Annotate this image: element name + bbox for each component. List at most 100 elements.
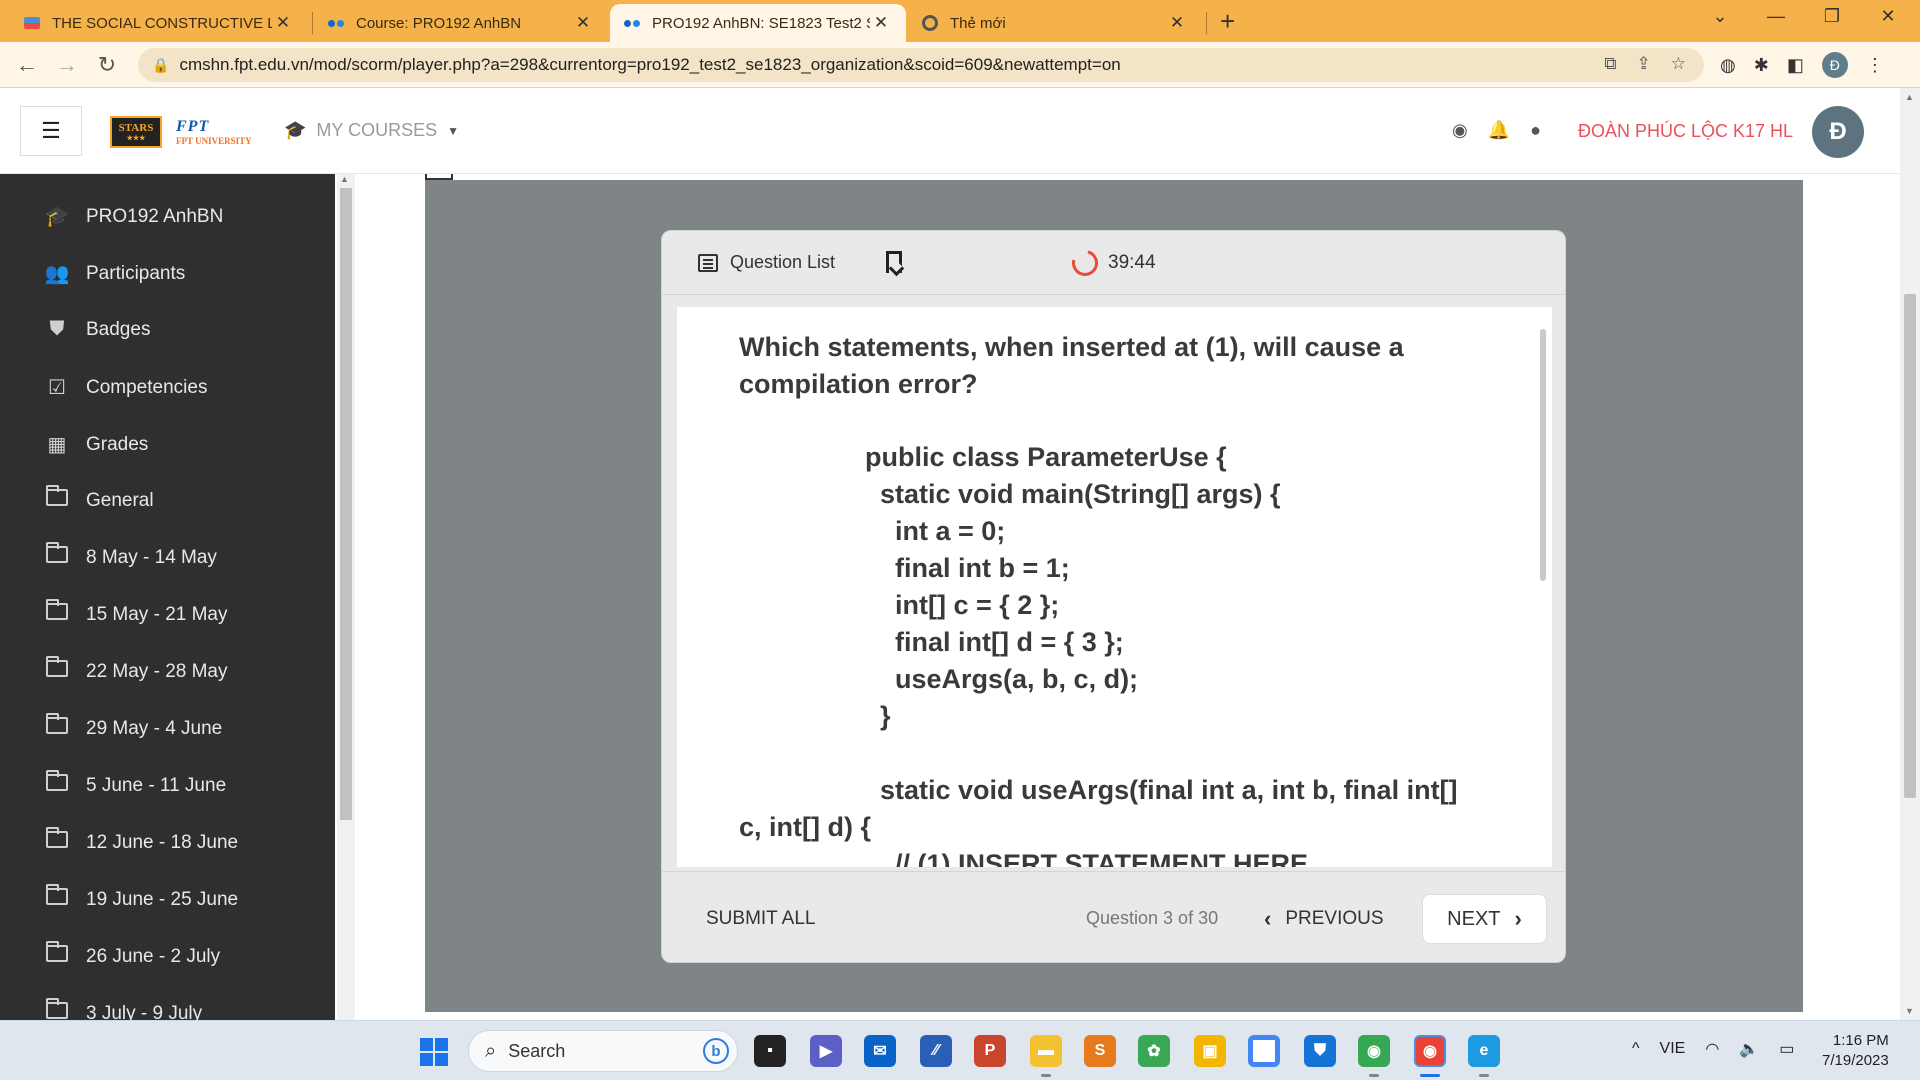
chrome-active-icon[interactable]: ◉ [1414, 1035, 1446, 1067]
question-counter: Question 3 of 30 [1086, 908, 1219, 928]
taskbar-search[interactable]: ⌕ Search b [468, 1030, 738, 1072]
app-icon[interactable]: ▣ [1194, 1035, 1226, 1067]
browser-tab-new[interactable]: Thẻ mới ✕ [908, 4, 1202, 42]
sidebar-item-grades[interactable]: ▦ Grades [44, 432, 149, 457]
hamburger-menu-button[interactable]: ☰ [20, 106, 82, 156]
close-window-button[interactable]: ✕ [1868, 6, 1908, 27]
scroll-up-icon[interactable]: ▲ [1905, 92, 1914, 102]
mail-icon[interactable]: ✉ [864, 1035, 896, 1067]
sidebar-item-course[interactable]: 🎓 PRO192 AnhBN [44, 204, 224, 229]
profile-icon[interactable]: Đ [1821, 52, 1848, 78]
scroll-down-icon[interactable]: ▼ [1905, 1006, 1914, 1016]
battery-icon[interactable]: ▭ [1779, 1039, 1794, 1059]
restore-button[interactable]: ❐ [1812, 6, 1852, 27]
volume-icon[interactable]: 🔈 [1739, 1039, 1759, 1059]
my-courses-menu[interactable]: 🎓 MY COURSES ▼ [284, 120, 459, 141]
code-line: static void useArgs(final int a, int b, … [865, 775, 1458, 805]
puzzle-icon[interactable]: ✱ [1754, 55, 1769, 76]
new-tab-button[interactable]: + [1220, 6, 1235, 37]
translate-icon[interactable]: ⧉ [1604, 54, 1616, 74]
shield-icon: ⛊ [49, 318, 65, 340]
back-arrow-icon[interactable]: ← [12, 52, 42, 78]
previous-button[interactable]: ‹ PREVIOUS [1264, 906, 1384, 932]
question-text: Which statements, when inserted at (1), … [739, 332, 1404, 399]
bookmark-icon[interactable] [886, 251, 902, 273]
reload-icon[interactable]: ↻ [92, 52, 122, 78]
sidebar-item-week[interactable]: 15 May - 21 May [44, 599, 228, 626]
share-icon[interactable]: ⇪ [1637, 54, 1651, 74]
question-list-button[interactable]: Question List [698, 252, 835, 273]
tab-favicon-icon [624, 15, 642, 31]
avatar[interactable]: Đ [1812, 106, 1864, 158]
forward-arrow-icon[interactable]: → [52, 52, 82, 78]
language-indicator[interactable]: VIE [1660, 1040, 1686, 1058]
chevron-up-icon[interactable]: ^ [1632, 1040, 1640, 1058]
browser-tab-test[interactable]: PRO192 AnhBN: SE1823 Test2 Su ✕ [610, 4, 906, 42]
powerpoint-icon[interactable]: P [974, 1035, 1006, 1067]
bell-icon[interactable]: 🔔 [1488, 120, 1510, 141]
side-panel-icon[interactable]: ◧ [1787, 55, 1804, 76]
sidebar-item-badges[interactable]: ⛊ Badges [44, 318, 151, 341]
sidebar-scrollbar[interactable]: ▲ [337, 174, 355, 1020]
coccoc-icon[interactable]: ✿ [1138, 1035, 1170, 1067]
site-logo[interactable]: STARS ★★★ FPT FPT UNIVERSITY [110, 116, 252, 148]
menu-kebab-icon[interactable]: ⋮ [1866, 55, 1884, 76]
globe-icon[interactable]: ◉ [1452, 120, 1468, 141]
close-icon[interactable]: ✕ [870, 13, 892, 33]
sidebar-item-week[interactable]: 8 May - 14 May [44, 542, 217, 569]
sidebar-item-label: Participants [86, 262, 186, 284]
browser-tab-course[interactable]: Course: PRO192 AnhBN ✕ [314, 4, 608, 42]
browser-tab-social[interactable]: THE SOCIAL CONSTRUCTIVE LEA ✕ [10, 4, 308, 42]
sidebar-item-week[interactable]: 29 May - 4 June [44, 713, 223, 740]
chrome-icon[interactable] [1248, 1035, 1280, 1067]
system-clock[interactable]: 1:16 PM 7/19/2023 [1822, 1031, 1889, 1071]
scroll-up-icon[interactable]: ▲ [340, 174, 349, 184]
defender-icon[interactable]: ⛊ [1304, 1035, 1336, 1067]
minimize-button[interactable]: — [1756, 6, 1796, 27]
scrollbar-thumb[interactable] [340, 188, 352, 820]
teams-icon[interactable]: ▶ [810, 1035, 842, 1067]
sidebar-item-competencies[interactable]: ☑ Competencies [44, 375, 207, 400]
lock-icon[interactable]: 🔒 [152, 57, 169, 74]
star-icon[interactable]: ☆ [1671, 54, 1686, 74]
chat-icon[interactable]: ● [1530, 120, 1541, 141]
close-icon[interactable]: ✕ [1166, 13, 1188, 33]
user-name[interactable]: ĐOÀN PHÚC LỘC K17 HL [1578, 121, 1793, 142]
submit-all-button[interactable]: SUBMIT ALL [706, 908, 815, 930]
quiz-toolbar: Question List 39:44 [662, 231, 1565, 295]
bing-icon[interactable]: b [703, 1038, 729, 1064]
task-view-icon[interactable]: ▪ [754, 1035, 786, 1067]
question-box[interactable]: Which statements, when inserted at (1), … [677, 307, 1552, 867]
sublime-text-icon[interactable]: S [1084, 1035, 1116, 1067]
tab-title: Course: PRO192 AnhBN [356, 14, 522, 32]
question-scrollbar[interactable] [1540, 329, 1546, 581]
sidebar-item-general[interactable]: General [44, 485, 154, 512]
close-icon[interactable]: ✕ [272, 13, 294, 33]
scrollbar-thumb[interactable] [1904, 294, 1916, 798]
address-bar[interactable]: 🔒 cmshn.fpt.edu.vn/mod/scorm/player.php?… [138, 48, 1704, 82]
edge-icon[interactable]: e [1468, 1035, 1500, 1067]
sidebar-item-week[interactable]: 26 June - 2 July [44, 941, 220, 968]
next-button[interactable]: NEXT › [1422, 894, 1547, 944]
close-icon[interactable]: ✕ [572, 13, 594, 33]
page-scrollbar[interactable]: ▲ ▼ [1900, 88, 1920, 1020]
code-line: // (1) INSERT STATEMENT HERE [865, 849, 1309, 867]
file-explorer-icon[interactable]: ▬ [1030, 1035, 1062, 1067]
chrome-profile-icon[interactable]: ◉ [1358, 1035, 1390, 1067]
sidebar-item-week[interactable]: 19 June - 25 June [44, 884, 238, 911]
wifi-icon[interactable]: ◠ [1705, 1039, 1719, 1059]
visual-studio-icon[interactable]: ∕∕ [920, 1035, 952, 1067]
timer-icon [1067, 245, 1103, 281]
extension-icon[interactable]: ◍ [1720, 55, 1736, 76]
windows-start-icon[interactable] [420, 1038, 448, 1066]
sidebar-item-week[interactable]: 12 June - 18 June [44, 827, 239, 854]
sidebar-item-week[interactable]: 5 June - 11 June [44, 770, 226, 797]
graduation-cap-icon: 🎓 [284, 120, 307, 140]
tab-search-icon[interactable]: ⌄ [1700, 6, 1740, 27]
sidebar-item-week[interactable]: 3 July - 9 July [44, 998, 202, 1020]
previous-label: PREVIOUS [1285, 908, 1384, 929]
sidebar-item-participants[interactable]: 👥 Participants [44, 261, 186, 286]
sidebar-item-label: 12 June - 18 June [86, 831, 239, 853]
sidebar-item-week[interactable]: 22 May - 28 May [44, 656, 228, 683]
sidebar-item-label: 29 May - 4 June [86, 717, 223, 739]
